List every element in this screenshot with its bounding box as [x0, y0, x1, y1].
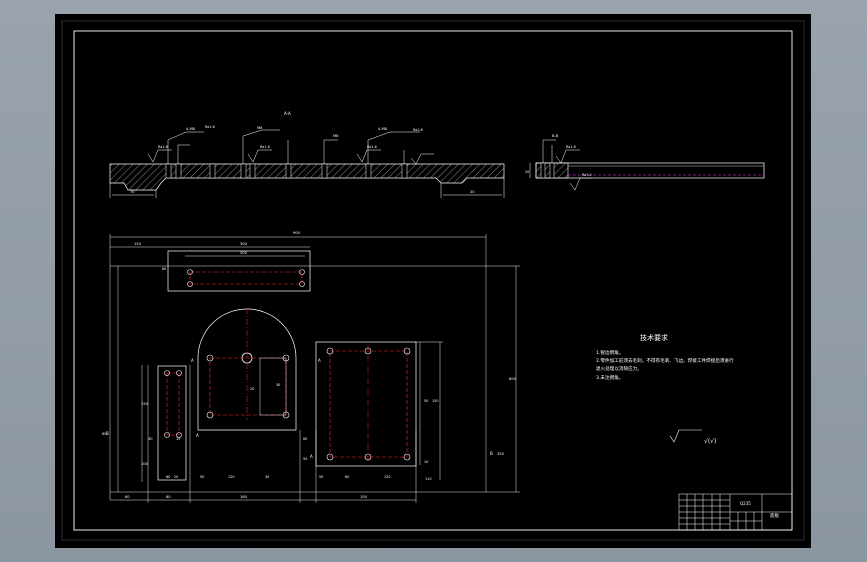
section-hole-4 — [240, 163, 247, 179]
plan-bottom-dim-4: 100 — [360, 495, 368, 499]
plan-right-dim-2: 350 — [497, 452, 505, 456]
plan-inner-dim-16: 15 — [176, 437, 180, 441]
section-hole-callout-3: M8 — [333, 134, 339, 138]
section-bottom-dim-1: 70 — [130, 190, 135, 194]
tech-note-line-1: 1.锐边倒角。 — [596, 349, 623, 356]
section-hole-7 — [321, 163, 328, 179]
section-hole-6 — [285, 163, 292, 179]
surface-mark-1: Ra1.6 — [158, 145, 168, 149]
plan-left-dim-5: 80 — [162, 267, 166, 271]
plan-overall-width: 900 — [293, 231, 301, 235]
tech-note-line-4: 3.未注倒角。 — [596, 374, 623, 381]
section-hole-5 — [249, 163, 256, 179]
plan-left-dim-2: 150 — [141, 402, 149, 406]
section-hole-8 — [365, 163, 372, 179]
tech-notes-title: 技术要求 — [640, 333, 668, 342]
plan-bottom-dim-5: 110 — [425, 477, 431, 481]
section-hole-callout-4: 4-M8 — [378, 127, 388, 131]
plan-top-dim-2: 300 — [240, 242, 248, 246]
plan-inner-dim-14: 60 — [303, 437, 307, 441]
plan-inner-dim-7: 60 — [345, 475, 349, 479]
plan-section-mark-5: B — [106, 431, 109, 436]
plan-inner-dim-15: 60 — [166, 475, 170, 479]
plan-inner-dim-3: 120 — [228, 475, 234, 479]
section-hole-callout-2: M8 — [257, 126, 263, 130]
plan-inner-dim-4: 30 — [265, 475, 269, 479]
side-hole-2 — [549, 162, 555, 179]
section-hole-2 — [175, 163, 182, 179]
section-hole-1 — [165, 163, 172, 179]
section-hole-callout-1: 4-M8 — [186, 127, 196, 131]
plan-bottom-dim-1: 60 — [125, 495, 130, 499]
tech-note-line-3: 退火处理以消除应力。 — [596, 365, 642, 372]
section-hole-3 — [209, 163, 216, 179]
surface-mark-5: Ra1.6 — [413, 128, 423, 132]
plan-section-mark-2: A — [196, 433, 199, 438]
section-label-a-a: A-A — [284, 111, 291, 116]
section-hole-9 — [401, 163, 408, 179]
plan-left-dim-4: 100 — [141, 462, 149, 466]
plan-section-mark-1: A — [191, 358, 194, 363]
plan-inner-dim-10: 50 — [424, 399, 428, 403]
tech-note-line-2: 2.零件加工前须去毛刺，不得有毛刺、飞边。焊接工件焊接后须进行 — [596, 357, 734, 364]
surface-mark-4: Ra1.6 — [367, 145, 377, 149]
plan-inner-dim-9: 150 — [432, 399, 438, 403]
roughness-symbol-text: √(√) — [704, 438, 716, 445]
plan-section-mark-6: B — [490, 451, 493, 456]
plan-inner-dim-11: 30 — [276, 383, 280, 387]
plan-section-mark-3: A — [318, 358, 321, 363]
surface-mark-3: Ra1.6 — [260, 145, 270, 149]
plan-inner-dim-6: 50 — [319, 475, 323, 479]
plan-inner-dim-12: 20 — [250, 387, 254, 391]
title-block-part-name: 底板 — [770, 512, 779, 519]
plan-inner-dim-8: 120 — [384, 475, 390, 479]
plan-right-dim-1: 600 — [509, 377, 517, 381]
section-label-b-b: B-B — [552, 134, 559, 138]
side-hole-1 — [540, 162, 546, 179]
plan-section-mark-4: A — [310, 454, 313, 459]
side-surface-mark-2: Ra3.2 — [582, 173, 592, 177]
plan-inner-dim-13: 10 — [424, 460, 428, 464]
title-block-material: Q235 — [740, 501, 751, 506]
plan-bottom-dim-3: 160 — [240, 495, 248, 499]
side-surface-mark-1: Ra1.6 — [566, 145, 576, 149]
section-bottom-dim-2: 20 — [470, 190, 475, 194]
plan-inner-dim-2: 50 — [200, 475, 204, 479]
plan-inner-dim-5: 50 — [303, 457, 307, 461]
drawing-canvas: A-A 4-M8 M8 M8 4-M8 Ra1.6 Ra1.6 Ra1.6 Ra… — [55, 14, 811, 548]
plan-left-dim-3: 30 — [148, 437, 153, 441]
surface-mark-2: Ra1.6 — [205, 125, 215, 129]
plan-bottom-dim-2: 60 — [166, 495, 171, 499]
plan-top-dim-1: 150 — [134, 242, 142, 246]
plan-inner-dim-1: 20 — [174, 475, 178, 479]
plan-top-dim-3: 200 — [240, 251, 248, 255]
side-thickness-dim: 20 — [525, 170, 529, 174]
drawing-sheet — [55, 14, 811, 548]
